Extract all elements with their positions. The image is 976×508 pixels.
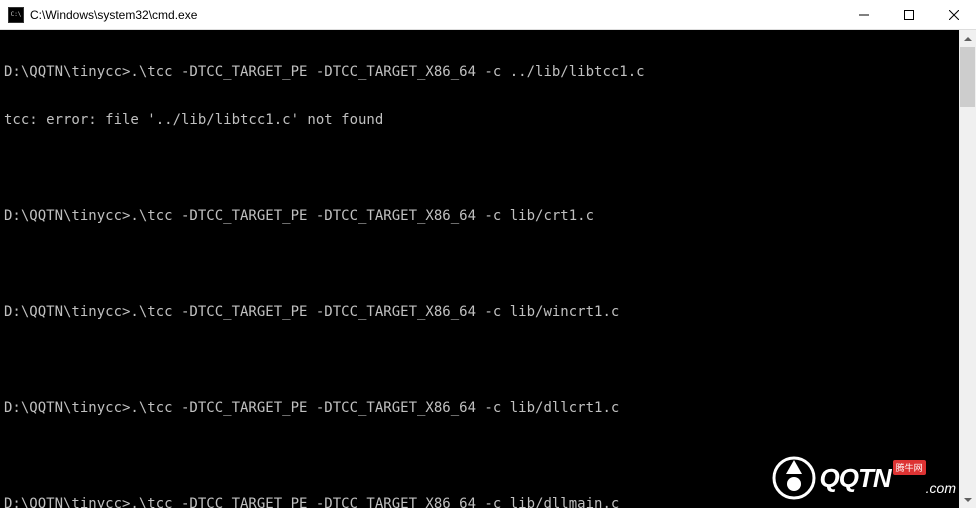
blank-line (4, 448, 972, 464)
scroll-thumb[interactable] (960, 47, 975, 107)
output-line: D:\QQTN\tinycc>.\tcc -DTCC_TARGET_PE -DT… (4, 64, 972, 80)
blank-line (4, 352, 972, 368)
terminal-area[interactable]: D:\QQTN\tinycc>.\tcc -DTCC_TARGET_PE -DT… (0, 30, 976, 508)
output-line: D:\QQTN\tinycc>.\tcc -DTCC_TARGET_PE -DT… (4, 208, 972, 224)
output-line: tcc: error: file '../lib/libtcc1.c' not … (4, 112, 972, 128)
cmd-icon (8, 7, 24, 23)
maximize-button[interactable] (886, 0, 931, 29)
minimize-button[interactable] (841, 0, 886, 29)
terminal-output: D:\QQTN\tinycc>.\tcc -DTCC_TARGET_PE -DT… (0, 30, 976, 508)
scroll-up-button[interactable] (959, 30, 976, 47)
output-line: D:\QQTN\tinycc>.\tcc -DTCC_TARGET_PE -DT… (4, 400, 972, 416)
window-title: C:\Windows\system32\cmd.exe (30, 8, 841, 22)
blank-line (4, 256, 972, 272)
blank-line (4, 160, 972, 176)
title-bar: C:\Windows\system32\cmd.exe (0, 0, 976, 30)
scroll-track[interactable] (959, 47, 976, 491)
output-line: D:\QQTN\tinycc>.\tcc -DTCC_TARGET_PE -DT… (4, 496, 972, 508)
window-controls (841, 0, 976, 29)
scroll-down-button[interactable] (959, 491, 976, 508)
scrollbar-vertical[interactable] (959, 30, 976, 508)
close-button[interactable] (931, 0, 976, 29)
output-line: D:\QQTN\tinycc>.\tcc -DTCC_TARGET_PE -DT… (4, 304, 972, 320)
